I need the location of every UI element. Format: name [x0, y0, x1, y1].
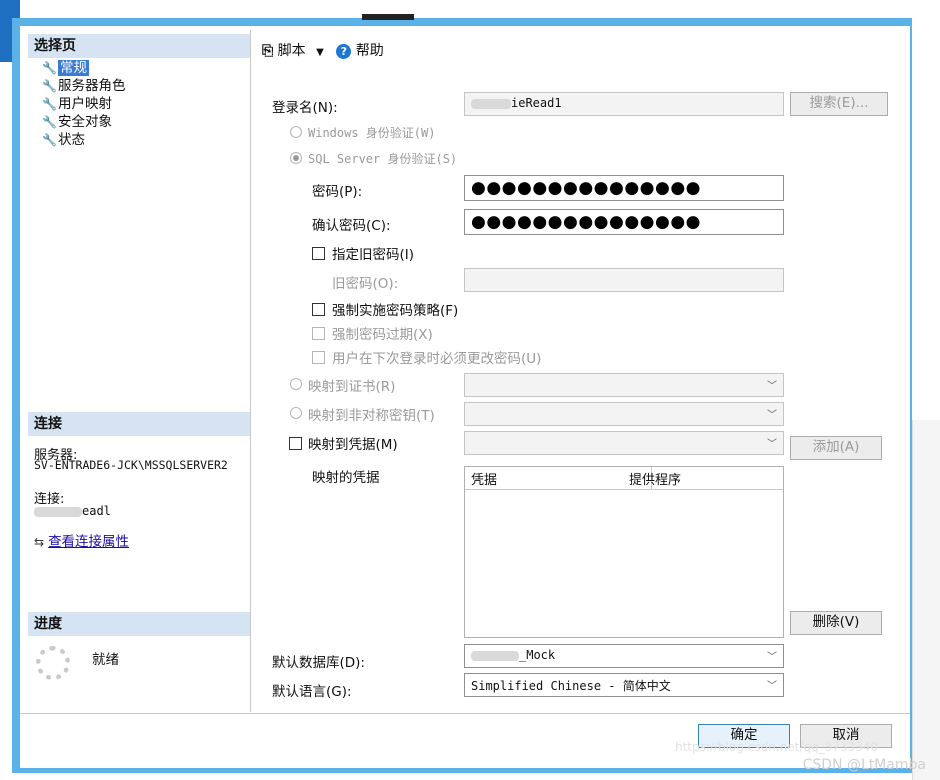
- old-password-input[interactable]: [464, 268, 784, 292]
- confirm-password-value: ●●●●●●●●●●●●●●●: [471, 212, 702, 232]
- watermark-url: https://blog.csdn.net/qq_3733340: [675, 740, 879, 754]
- enforce-expiration-label: 强制密码过期(X): [332, 327, 433, 343]
- chevron-down-icon: ﹀: [767, 410, 777, 421]
- background-window-edge: [912, 420, 940, 780]
- enforce-policy-checkbox[interactable]: [312, 303, 325, 316]
- view-connection-properties[interactable]: ⇆ 查看连接属性: [34, 530, 129, 550]
- chevron-down-icon: ﹀: [767, 439, 777, 450]
- default-language-select[interactable]: Simplified Chinese - 简体中文 ﹀: [464, 673, 784, 697]
- windows-auth-radio[interactable]: [290, 126, 302, 138]
- map-credential-label: 映射到凭据(M): [308, 437, 398, 453]
- must-change-checkbox[interactable]: [312, 351, 325, 364]
- nav-item-user-mapping[interactable]: 🔧用户映射: [42, 96, 112, 113]
- script-button[interactable]: ⎘ 脚本 ▼: [262, 40, 324, 60]
- left-pane: 选择页 🔧 常规 🔧服务器角色 🔧用户映射 🔧安全对象 🔧状态 连接 服务器: S…: [28, 30, 251, 712]
- connection-value-text: eadl: [82, 504, 111, 518]
- wrench-icon: 🔧: [42, 115, 57, 129]
- old-password-label: 旧密码(O):: [332, 276, 399, 292]
- grid-col-credential[interactable]: 凭据: [471, 469, 497, 488]
- remove-button[interactable]: 删除(V): [790, 611, 882, 635]
- redacted-block: [471, 650, 519, 661]
- mapped-credentials-grid[interactable]: 凭据 提供程序: [464, 466, 784, 638]
- connection-value: eadl: [34, 504, 111, 518]
- nav-item-label: 常规: [58, 60, 89, 76]
- confirm-password-label: 确认密码(C):: [312, 218, 391, 234]
- nav-item-status[interactable]: 🔧状态: [42, 132, 85, 149]
- specify-old-password-label: 指定旧密码(I): [332, 247, 415, 263]
- plug-icon: ⇆: [34, 535, 45, 549]
- confirm-password-input[interactable]: ●●●●●●●●●●●●●●●: [464, 209, 784, 235]
- grid-header: 凭据 提供程序: [465, 467, 783, 490]
- default-database-select[interactable]: _Mock ﹀: [464, 644, 784, 668]
- nav-item-label: 服务器角色: [58, 78, 126, 94]
- connection-header: 连接: [28, 412, 250, 436]
- credential-select[interactable]: ﹀: [464, 431, 784, 455]
- help-button[interactable]: ? 帮助: [336, 40, 384, 60]
- watermark: CSDN @LtMamba: [802, 757, 926, 773]
- login-name-input[interactable]: ieRead1: [464, 92, 784, 116]
- mapped-credentials-label: 映射的凭据: [312, 470, 380, 486]
- map-asym-key-radio[interactable]: [290, 407, 302, 419]
- grid-col-provider[interactable]: 提供程序: [629, 469, 681, 488]
- default-language-label: 默认语言(G):: [272, 684, 352, 700]
- script-label: 脚本: [277, 43, 306, 59]
- nav-item-label: 状态: [58, 132, 85, 148]
- wrench-icon: 🔧: [42, 97, 57, 111]
- chevron-down-icon[interactable]: ▼: [316, 47, 324, 58]
- map-asym-key-label: 映射到非对称密钥(T): [308, 408, 435, 424]
- chevron-down-icon: ﹀: [767, 381, 777, 392]
- password-value: ●●●●●●●●●●●●●●●: [471, 178, 702, 198]
- help-icon: ?: [336, 44, 352, 59]
- enforce-expiration-checkbox[interactable]: [312, 327, 325, 340]
- map-credential-checkbox[interactable]: [289, 437, 302, 450]
- asym-key-select[interactable]: ﹀: [464, 402, 784, 426]
- wrench-icon: 🔧: [42, 79, 57, 93]
- select-page-header: 选择页: [28, 34, 250, 58]
- enforce-policy-label: 强制实施密码策略(F): [332, 303, 459, 319]
- nav-item-server-roles[interactable]: 🔧服务器角色: [42, 78, 126, 95]
- view-connection-properties-link[interactable]: 查看连接属性: [48, 534, 129, 550]
- title-bar-fragment: [362, 14, 414, 20]
- wrench-icon: 🔧: [42, 61, 57, 75]
- must-change-label: 用户在下次登录时必须更改密码(U): [332, 351, 542, 367]
- password-label: 密码(P):: [312, 184, 363, 200]
- nav-item-general[interactable]: 🔧 常规: [42, 60, 89, 77]
- map-certificate-label: 映射到证书(R): [308, 379, 396, 395]
- toolbar: ⎘ 脚本 ▼ ? 帮助: [262, 40, 384, 62]
- chevron-down-icon: ﹀: [767, 652, 777, 663]
- password-input[interactable]: ●●●●●●●●●●●●●●●: [464, 175, 784, 201]
- map-certificate-radio[interactable]: [290, 378, 302, 390]
- default-database-label: 默认数据库(D):: [272, 655, 365, 671]
- help-label: 帮助: [355, 43, 384, 59]
- server-value: SV-ENTRADE6-JCK\MSSQLSERVER2: [34, 458, 228, 472]
- progress-status: 就绪: [92, 652, 119, 668]
- nav-item-securables[interactable]: 🔧安全对象: [42, 114, 112, 131]
- nav-item-label: 安全对象: [58, 114, 112, 130]
- redacted-block: [34, 506, 82, 517]
- certificate-select[interactable]: ﹀: [464, 373, 784, 397]
- progress-header: 进度: [28, 612, 250, 636]
- specify-old-password-checkbox[interactable]: [312, 247, 325, 260]
- progress-spinner-icon: [36, 646, 70, 680]
- sql-auth-radio[interactable]: [290, 152, 302, 164]
- sql-auth-label: SQL Server 身份验证(S): [308, 152, 458, 166]
- nav-item-label: 用户映射: [58, 96, 112, 112]
- footer-separator: [20, 713, 910, 714]
- default-database-value: _Mock: [519, 648, 556, 662]
- redacted-block: [471, 98, 511, 109]
- chevron-down-icon: ﹀: [767, 681, 777, 692]
- login-name-value: ieRead1: [511, 96, 562, 110]
- default-language-value: Simplified Chinese - 简体中文: [471, 679, 671, 693]
- add-button[interactable]: 添加(A): [790, 436, 882, 460]
- search-button[interactable]: 搜索(E)...: [790, 92, 888, 116]
- login-name-label: 登录名(N):: [272, 100, 338, 116]
- windows-auth-label: Windows 身份验证(W): [308, 126, 436, 140]
- wrench-icon: 🔧: [42, 133, 57, 147]
- script-icon: ⎘: [262, 43, 274, 59]
